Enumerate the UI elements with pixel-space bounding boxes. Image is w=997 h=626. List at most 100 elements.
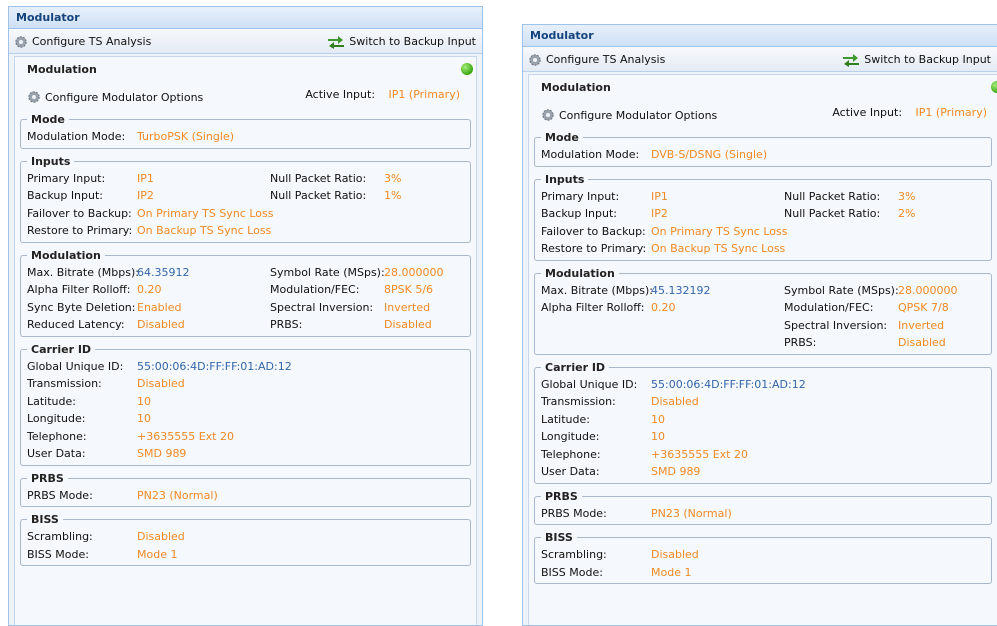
- prbs-mode-value: PN23 (Normal): [137, 488, 218, 502]
- inputs-row: Failover to Backup: On Primary TS Sync L…: [27, 205, 464, 223]
- active-input-label: Active Input:: [305, 88, 376, 101]
- user-data-label: User Data:: [541, 465, 600, 479]
- carrier-row: Telephone: +3635555 Ext 20: [27, 428, 464, 446]
- switch-to-backup-input-label: Switch to Backup Input: [349, 35, 476, 48]
- global-unique-id-label: Global Unique ID:: [27, 359, 124, 373]
- carrier-row: Latitude: 10: [27, 393, 464, 411]
- configure-ts-analysis-label: Configure TS Analysis: [32, 35, 152, 48]
- carrier-id-group: Carrier ID Global Unique ID: 55:00:06:4D…: [534, 360, 992, 484]
- inputs-row: Primary Input: IP1 Null Packet Ratio: 3%: [27, 170, 464, 188]
- global-unique-id-label: Global Unique ID:: [541, 377, 638, 391]
- prbs-mode-value: PN23 (Normal): [651, 506, 732, 520]
- carrier-id-legend: Carrier ID: [545, 360, 606, 374]
- switch-to-backup-input-button[interactable]: Switch to Backup Input: [327, 29, 476, 54]
- modulation-mode-value: DVB-S/DSNG (Single): [651, 148, 768, 162]
- failover-value: On Primary TS Sync Loss: [137, 206, 274, 220]
- reduced-latency-value: Disabled: [137, 318, 185, 332]
- mode-row: Modulation Mode: TurboPSK (Single): [27, 128, 464, 146]
- backup-input-value: IP2: [137, 189, 154, 203]
- backup-input-value: IP2: [651, 207, 668, 221]
- switch-to-backup-input-button[interactable]: Switch to Backup Input: [842, 47, 991, 72]
- null-packet-ratio-label: Null Packet Ratio:: [270, 189, 367, 203]
- prbs-group: PRBS PRBS Mode: PN23 (Normal): [20, 471, 471, 507]
- status-indicator-icon: [461, 63, 473, 75]
- prbs-value: Disabled: [384, 318, 432, 332]
- longitude-value: 10: [137, 412, 151, 426]
- longitude-label: Longitude:: [27, 412, 86, 426]
- null-packet-ratio-value: 1%: [384, 189, 402, 203]
- transmission-label: Transmission:: [27, 377, 102, 391]
- modulation-legend: Modulation: [31, 248, 101, 262]
- inputs-group: Inputs Primary Input: IP1 Null Packet Ra…: [20, 154, 471, 243]
- modulation-row: Reduced Latency: Disabled PRBS: Disabled: [27, 316, 464, 334]
- active-input: Active Input: IP1 (Primary): [832, 106, 987, 119]
- biss-mode-value: Mode 1: [137, 547, 178, 561]
- primary-input-label: Primary Input:: [541, 189, 620, 203]
- null-packet-ratio-value: 3%: [898, 189, 916, 203]
- carrier-row: Transmission: Disabled: [27, 375, 464, 393]
- failover-value: On Primary TS Sync Loss: [651, 224, 788, 238]
- biss-row: Scrambling: Disabled: [541, 546, 985, 564]
- modulation-row: Max. Bitrate (Mbps): 64.35912 Symbol Rat…: [27, 264, 464, 282]
- primary-input-label: Primary Input:: [27, 171, 106, 185]
- options-row: Configure Modulator Options Active Input…: [15, 83, 476, 111]
- backup-input-label: Backup Input:: [541, 207, 618, 221]
- modulation-header: Modulation: [15, 57, 476, 83]
- symbol-rate-value: 28.000000: [898, 283, 958, 297]
- modulation-fec-value: 8PSK 5/6: [384, 283, 434, 297]
- user-data-value: SMD 989: [137, 447, 187, 461]
- spectral-inversion-value: Inverted: [384, 300, 431, 314]
- reduced-latency-label: Reduced Latency:: [27, 318, 125, 332]
- biss-group: BISS Scrambling: Disabled BISS Mode: Mod…: [20, 513, 471, 566]
- inputs-group: Inputs Primary Input: IP1 Null Packet Ra…: [534, 172, 992, 261]
- mode-group: Mode Modulation Mode: DVB-S/DSNG (Single…: [534, 131, 992, 167]
- symbol-rate-label: Symbol Rate (MSps):: [784, 283, 899, 297]
- biss-row: BISS Mode: Mode 1: [27, 546, 464, 564]
- global-unique-id-value: 55:00:06:4D:FF:FF:01:AD:12: [137, 359, 292, 373]
- mode-legend: Mode: [31, 113, 65, 126]
- symbol-rate-value: 28.000000: [384, 265, 444, 279]
- modulation-group: Modulation Max. Bitrate (Mbps): 45.13219…: [534, 266, 992, 355]
- telephone-label: Telephone:: [27, 429, 87, 443]
- modulation-legend: Modulation: [545, 266, 615, 280]
- configure-ts-analysis-button[interactable]: Configure TS Analysis: [528, 47, 665, 72]
- alpha-filter-rolloff-value: 0.20: [137, 283, 162, 297]
- latitude-label: Latitude:: [541, 412, 590, 426]
- modulation-title: Modulation: [27, 63, 97, 76]
- modulation-group: Modulation Max. Bitrate (Mbps): 64.35912…: [20, 248, 471, 337]
- panel-title: Modulator: [9, 7, 482, 29]
- panel-title: Modulator: [523, 25, 997, 47]
- telephone-label: Telephone:: [541, 447, 601, 461]
- telephone-value: +3635555 Ext 20: [651, 447, 748, 461]
- switch-arrows-icon: [843, 53, 860, 67]
- modulation-fec-label: Modulation/FEC:: [270, 283, 360, 297]
- configure-modulator-options-button[interactable]: Configure Modulator Options: [27, 90, 203, 104]
- carrier-row: Latitude: 10: [541, 411, 985, 429]
- modulation-fec-label: Modulation/FEC:: [784, 301, 874, 315]
- global-unique-id-value: 55:00:06:4D:FF:FF:01:AD:12: [651, 377, 806, 391]
- configure-modulator-options-label: Configure Modulator Options: [45, 90, 204, 104]
- user-data-label: User Data:: [27, 447, 86, 461]
- modulation-content: Modulation Configure Modulator Options A…: [14, 56, 477, 625]
- null-packet-ratio-label: Null Packet Ratio:: [784, 207, 881, 221]
- mode-group: Mode Modulation Mode: TurboPSK (Single): [20, 113, 471, 149]
- carrier-row: Global Unique ID: 55:00:06:4D:FF:FF:01:A…: [27, 358, 464, 376]
- inputs-legend: Inputs: [31, 154, 71, 168]
- carrier-row: User Data: SMD 989: [27, 445, 464, 463]
- scrambling-value: Disabled: [137, 530, 185, 544]
- gear-icon: [542, 109, 554, 121]
- carrier-id-group: Carrier ID Global Unique ID: 55:00:06:4D…: [20, 342, 471, 466]
- restore-value: On Backup TS Sync Loss: [137, 224, 272, 238]
- active-input-label: Active Input:: [832, 106, 903, 119]
- configure-modulator-options-button[interactable]: Configure Modulator Options: [541, 108, 717, 122]
- restore-label: Restore to Primary:: [27, 224, 133, 238]
- status-indicator-icon: [991, 81, 997, 93]
- modulator-panel-right: Modulator Configure TS Analysis Switch t…: [522, 24, 997, 626]
- biss-mode-value: Mode 1: [651, 565, 692, 579]
- inputs-row: Backup Input: IP2 Null Packet Ratio: 2%: [541, 205, 985, 223]
- failover-label: Failover to Backup:: [27, 206, 132, 220]
- gear-icon: [529, 53, 541, 66]
- configure-ts-analysis-button[interactable]: Configure TS Analysis: [14, 29, 151, 54]
- mode-row: Modulation Mode: DVB-S/DSNG (Single): [541, 146, 985, 164]
- modulation-fec-value: QPSK 7/8: [898, 301, 949, 315]
